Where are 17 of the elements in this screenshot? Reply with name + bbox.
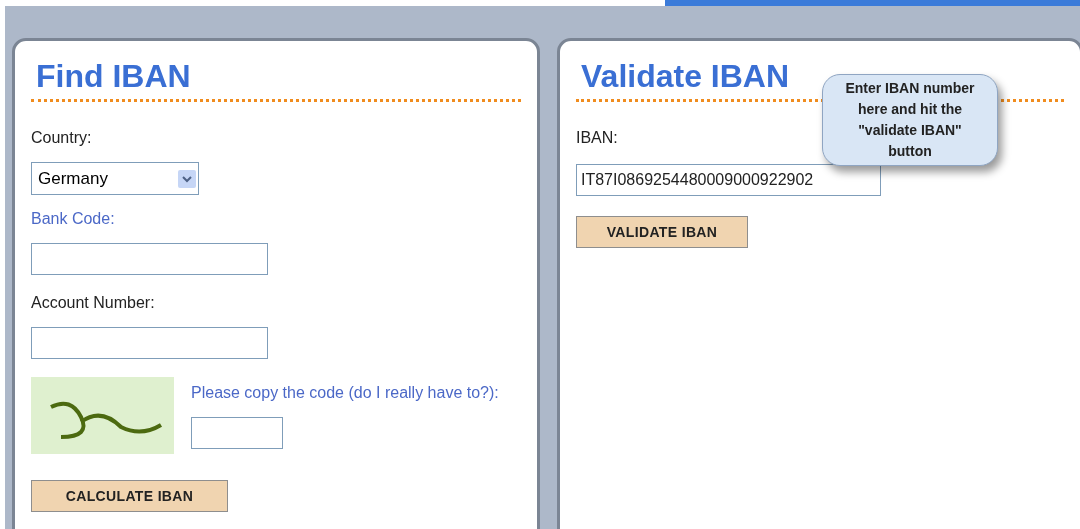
country-dropdown[interactable]: Germany <box>31 162 199 195</box>
captcha-field[interactable] <box>191 417 283 449</box>
iban-field[interactable]: IT87I0869254480009000922902 <box>576 164 881 196</box>
panel-title: Find IBAN <box>35 57 192 95</box>
panel-title: Validate IBAN <box>580 57 790 95</box>
bank-code-field[interactable] <box>31 243 268 275</box>
account-number-field[interactable] <box>31 327 268 359</box>
calculate-iban-button[interactable]: CALCULATE IBAN <box>31 480 228 512</box>
captcha-prompt: Please copy the code (do I really have to?): <box>191 383 499 403</box>
validate-iban-button[interactable]: VALIDATE IBAN <box>576 216 748 248</box>
callout-tooltip: Enter IBAN number here and hit the "validate IBAN" button <box>822 74 998 166</box>
caret-icon <box>178 169 196 188</box>
bank-code-label: Bank Code: <box>31 209 116 229</box>
country-label: Country: <box>31 128 93 148</box>
dropdown-value: Germany <box>38 167 108 190</box>
iban-label: IBAN: <box>576 128 618 148</box>
account-number-label: Account Number: <box>31 293 156 313</box>
